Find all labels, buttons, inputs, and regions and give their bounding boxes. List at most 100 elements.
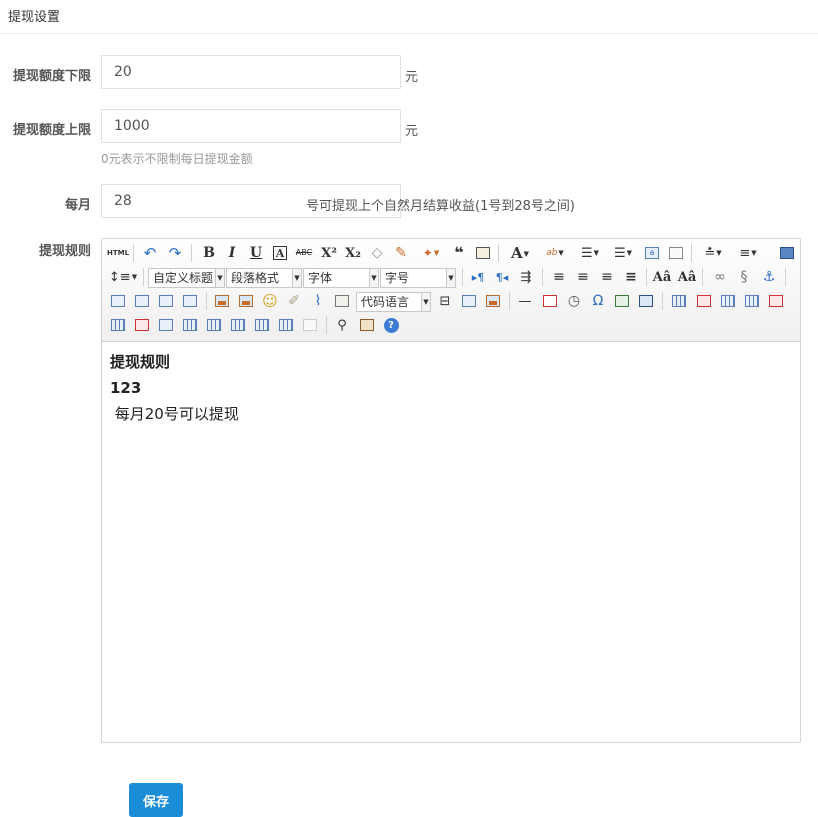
image-center-icon[interactable] [180,291,200,311]
rich-text-editor[interactable]: HTML ↶ ↷ B I U A ABC X² X₂ ◇ ✎ ✦ ▼ ❝ A ▼ a… [101,238,801,743]
rtl-direction-icon[interactable]: ¶◂ [492,267,512,287]
uppercase-icon[interactable]: Aâ [652,267,672,287]
help-icon[interactable]: ? [381,315,401,335]
delete-row-icon[interactable] [766,291,786,311]
custom-title-combo[interactable]: 自定义标题 ▼ [148,268,225,288]
chevron-down-icon: ▼ [446,269,455,287]
row-spacing-top-icon[interactable]: ≛ ▼ [698,243,728,263]
split-cells-icon[interactable] [228,315,248,335]
unlink-icon[interactable]: § [734,267,754,287]
image-left-icon[interactable] [132,291,152,311]
undo-icon[interactable]: ↶ [140,243,160,263]
format-brush-icon[interactable]: ✎ [391,243,411,263]
charts-icon[interactable] [300,315,320,335]
italic-icon[interactable]: I [222,243,242,263]
paste-plain-icon[interactable] [473,243,493,263]
wordimage-icon[interactable] [612,291,632,311]
toolbar-separator [191,244,192,262]
special-char-icon[interactable]: Ω [588,291,608,311]
eraser-icon[interactable]: ◇ [367,243,387,263]
toolbar-separator [702,268,703,286]
font-family-combo-label: 字体 [308,271,333,285]
toolbar-separator [542,268,543,286]
save-button[interactable]: 保存 [129,783,183,817]
paragraph-format-combo[interactable]: 段落格式 ▼ [226,268,302,288]
insert-table-icon[interactable] [669,291,689,311]
code-language-combo-label: 代码语言 [361,295,410,309]
auto-format-icon[interactable]: ✦ ▼ [416,243,446,263]
font-family-combo[interactable]: 字体 ▼ [303,268,379,288]
font-border-icon[interactable]: A [273,246,287,260]
monthly-day-suffix: 号可提现上个自然月结算收益(1号到28号之间) [306,199,575,214]
toolbar-separator [509,292,510,310]
merge-right-icon[interactable] [180,315,200,335]
insert-paragraph-before-table-icon[interactable] [718,291,738,311]
unordered-list-icon[interactable]: ☰ ▼ [608,243,638,263]
search-replace-icon[interactable]: ⚲ [332,315,352,335]
insert-image-icon[interactable] [236,291,256,311]
horizontal-rule-icon[interactable]: — [515,291,535,311]
align-left-icon[interactable]: ≡ [549,267,569,287]
merge-down-icon[interactable] [204,315,224,335]
background-icon[interactable] [483,291,503,311]
map-icon[interactable] [332,291,352,311]
font-color-icon[interactable]: A ▼ [505,243,535,263]
print-icon[interactable] [357,315,377,335]
emotion-icon[interactable]: ☺ [260,291,280,311]
subscript-icon[interactable]: X₂ [343,243,363,263]
template-icon[interactable] [459,291,479,311]
split-rows-icon[interactable] [252,315,272,335]
strikethrough-icon[interactable]: ABC [294,243,314,263]
time-icon[interactable]: ◷ [564,291,584,311]
link-icon[interactable]: ∞ [710,267,730,287]
font-size-combo-label: 字号 [385,271,410,285]
blockquote-icon[interactable]: ❝ [449,243,469,263]
min-amount-input[interactable] [101,55,401,89]
toolbar-separator [691,244,692,262]
content-heading: 提现规则 [110,353,171,371]
insert-col-icon[interactable] [108,315,128,335]
html-source-icon[interactable]: HTML [107,243,129,263]
ltr-direction-icon[interactable]: ▸¶ [468,267,488,287]
image-none-icon[interactable] [108,291,128,311]
code-language-combo[interactable]: 代码语言 ▼ [356,292,431,312]
font-size-combo[interactable]: 字号 ▼ [380,268,456,288]
fullscreen-icon[interactable] [777,243,797,263]
snapscreen-icon[interactable] [636,291,656,311]
line-height-icon[interactable]: ↕≡ ▼ [108,267,138,287]
attachment-icon[interactable]: ⌇ [308,291,328,311]
toolbar-separator [646,268,647,286]
content-line: 123 [110,379,142,397]
merge-cells-icon[interactable] [156,315,176,335]
bold-icon[interactable]: B [199,243,219,263]
delete-table-icon[interactable] [694,291,714,311]
split-cols-icon[interactable] [276,315,296,335]
highlight-color-icon[interactable]: ab ▼ [540,243,570,263]
image-right-icon[interactable] [156,291,176,311]
page-break-icon[interactable]: ⊟ [435,291,455,311]
ordered-list-icon[interactable]: ☰ ▼ [575,243,605,263]
anchor-icon[interactable]: ⚓ [759,267,779,287]
align-right-icon[interactable]: ≡ [597,267,617,287]
indent-icon[interactable]: ⇶ [516,267,536,287]
max-amount-label: 提现额度上限 [12,123,91,138]
editor-content[interactable]: 提现规则 123 每月20号可以提现 [110,351,790,429]
custom-title-combo-label: 自定义标题 [153,271,214,285]
date-icon[interactable] [540,291,560,311]
underline-icon[interactable]: U [246,243,266,263]
clear-doc-icon[interactable] [666,243,686,263]
lowercase-icon[interactable]: Aâ [677,267,697,287]
insert-row-icon[interactable] [742,291,762,311]
scrawl-icon[interactable]: ✐ [284,291,304,311]
simple-upload-icon[interactable] [212,291,232,311]
align-center-icon[interactable]: ≡ [573,267,593,287]
row-spacing-bottom-icon[interactable]: ≡ ▼ [733,243,763,263]
superscript-icon[interactable]: X² [319,243,339,263]
toolbar-separator [206,292,207,310]
monthly-day-label: 每月 [64,198,91,213]
max-amount-input[interactable] [101,109,401,143]
select-all-icon[interactable]: a [642,243,662,263]
align-justify-icon[interactable]: ≡ [621,267,641,287]
delete-col-icon[interactable] [132,315,152,335]
redo-icon[interactable]: ↷ [165,243,185,263]
